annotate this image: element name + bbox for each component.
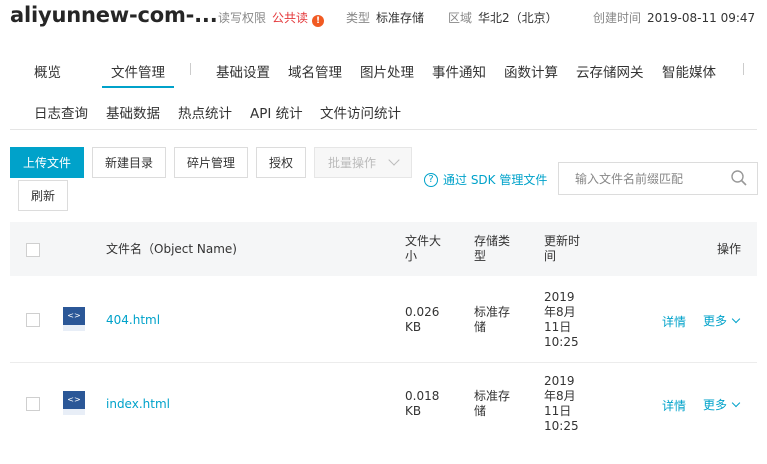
type-meta: 类型 标准存储	[346, 9, 424, 26]
column-header-size-line: 文件大	[405, 234, 442, 248]
tab-divider	[190, 63, 191, 75]
updated-time: 2019 年8月 11日 10:25	[544, 290, 579, 350]
search-icon[interactable]	[731, 170, 747, 186]
tab-smart-media[interactable]: 智能媒体	[662, 61, 716, 81]
updated-time-line: 10:25	[544, 419, 579, 433]
row-checkbox[interactable]	[26, 397, 40, 411]
column-header-name: 文件名（Object Name)	[106, 242, 237, 256]
file-name-link[interactable]: index.html	[106, 397, 170, 412]
acl-label: 读写权限	[218, 11, 267, 25]
column-header-actions: 操作	[717, 242, 742, 256]
type-value: 标准存储	[376, 11, 425, 25]
warning-icon[interactable]: !	[312, 15, 325, 27]
storage-class-line: 标准存	[474, 389, 511, 403]
created-label: 创建时间	[593, 11, 642, 25]
column-header-updated-line: 更新时	[544, 234, 581, 248]
file-name-link[interactable]: 404.html	[106, 313, 160, 328]
tabs-divider	[10, 129, 757, 130]
tab-domain-management[interactable]: 域名管理	[288, 61, 342, 81]
storage-class-line: 标准存	[474, 305, 511, 319]
updated-time-line: 11日	[544, 320, 572, 334]
tab-hotspot-stats[interactable]: 热点统计	[178, 102, 232, 122]
search-box	[558, 162, 758, 195]
created-meta: 创建时间 2019-08-11 09:47	[593, 9, 755, 26]
column-header-storage-line: 型	[474, 249, 487, 263]
tab-log-query[interactable]: 日志查询	[34, 102, 88, 122]
authorize-button[interactable]: 授权	[256, 147, 306, 178]
updated-time-line: 2019	[544, 290, 575, 304]
upload-file-button[interactable]: 上传文件	[10, 147, 84, 178]
storage-class: 标准存 储	[474, 389, 510, 419]
region-label: 区域	[448, 11, 473, 25]
tab-api-stats[interactable]: API 统计	[250, 102, 303, 122]
bucket-name: aliyunnew-com-...	[10, 3, 218, 27]
column-header-size-line: 小	[405, 249, 418, 263]
chevron-down-icon	[731, 398, 741, 408]
updated-time-line: 年8月	[544, 389, 576, 403]
column-header-updated-line: 间	[544, 249, 557, 263]
refresh-button[interactable]: 刷新	[18, 180, 68, 211]
tab-storage-gateway[interactable]: 云存储网关	[576, 61, 644, 81]
batch-operations-dropdown[interactable]: 批量操作	[314, 147, 412, 178]
updated-time-line: 10:25	[544, 335, 579, 349]
updated-time-line: 2019	[544, 374, 575, 388]
file-size-line: KB	[405, 404, 422, 418]
batch-operations-label: 批量操作	[327, 156, 376, 170]
tab-basic-settings[interactable]: 基础设置	[216, 61, 270, 81]
file-size-line: KB	[405, 320, 422, 334]
file-size-line: 0.026	[405, 305, 440, 319]
active-tab-indicator	[102, 86, 174, 88]
storage-class: 标准存 储	[474, 305, 510, 335]
row-checkbox[interactable]	[26, 313, 40, 327]
more-label: 更多	[703, 398, 728, 412]
column-header-storage-line: 存储类	[474, 234, 511, 248]
new-directory-button[interactable]: 新建目录	[92, 147, 166, 178]
chevron-down-icon	[731, 314, 741, 324]
file-size: 0.026 KB	[405, 305, 439, 335]
region-meta: 区域 华北2（北京）	[448, 9, 558, 26]
detail-link[interactable]: 详情	[662, 397, 686, 414]
help-icon: ?	[424, 172, 438, 187]
row-divider	[10, 362, 757, 363]
detail-link[interactable]: 详情	[662, 313, 686, 330]
tab-overview[interactable]: 概览	[34, 61, 61, 81]
search-input[interactable]	[559, 163, 719, 194]
html-file-icon: <>	[63, 307, 85, 331]
updated-time: 2019 年8月 11日 10:25	[544, 374, 579, 434]
tab-image-processing[interactable]: 图片处理	[360, 61, 414, 81]
more-label: 更多	[703, 314, 728, 328]
tab-file-management[interactable]: 文件管理	[111, 61, 165, 81]
acl-value: 公共读	[272, 11, 309, 25]
tab-function-compute[interactable]: 函数计算	[504, 61, 558, 81]
column-header-updated: 更新时 间	[544, 234, 580, 264]
type-label: 类型	[346, 11, 371, 25]
select-all-checkbox[interactable]	[26, 243, 40, 257]
tab-file-access-stats[interactable]: 文件访问统计	[320, 102, 401, 122]
updated-time-line: 11日	[544, 404, 572, 418]
region-value: 华北2（北京）	[478, 11, 558, 25]
svg-text:<>: <>	[67, 311, 80, 320]
chevron-down-icon	[388, 154, 400, 166]
html-file-icon: <>	[63, 391, 85, 415]
svg-text:<>: <>	[67, 395, 80, 404]
fragment-management-button[interactable]: 碎片管理	[174, 147, 248, 178]
column-header-storage: 存储类 型	[474, 234, 510, 264]
acl-meta: 读写权限 公共读!	[218, 9, 325, 27]
column-header-size: 文件大 小	[405, 234, 441, 264]
tab-basic-data[interactable]: 基础数据	[106, 102, 160, 122]
created-value: 2019-08-11 09:47	[647, 11, 756, 25]
sdk-link-label: 通过 SDK 管理文件	[443, 173, 548, 187]
sdk-manage-link[interactable]: ? 通过 SDK 管理文件	[424, 171, 547, 188]
file-size-line: 0.018	[405, 389, 440, 403]
file-size: 0.018 KB	[405, 389, 439, 419]
storage-class-line: 储	[474, 320, 487, 334]
storage-class-line: 储	[474, 404, 487, 418]
tab-event-notification[interactable]: 事件通知	[432, 61, 486, 81]
more-dropdown[interactable]: 更多	[703, 396, 741, 413]
tab-divider	[743, 63, 744, 75]
more-dropdown[interactable]: 更多	[703, 312, 741, 329]
updated-time-line: 年8月	[544, 305, 576, 319]
